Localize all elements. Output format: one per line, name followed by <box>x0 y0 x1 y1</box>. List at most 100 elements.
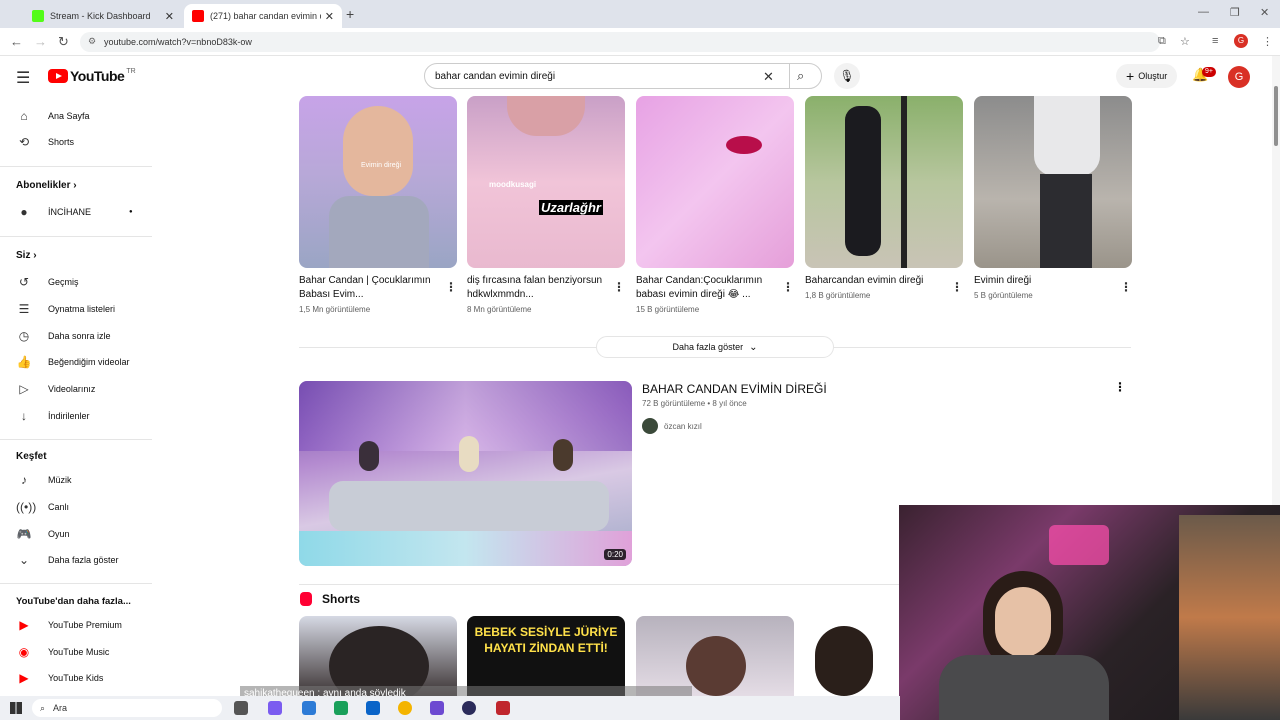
sidebar-item-playlists[interactable]: ☰ Oynatma listeleri <box>16 298 152 320</box>
sidebar-item-shorts[interactable]: ⟲ Shorts <box>16 131 152 153</box>
video-channel[interactable]: özcan kızıl <box>642 418 702 434</box>
restore-icon[interactable]: ❐ <box>1230 6 1240 19</box>
more-options-icon[interactable]: ⋮ <box>1114 380 1126 394</box>
taskbar-search[interactable]: ⌕ Ara <box>32 699 222 717</box>
sidebar-item-watch-later[interactable]: ◷ Daha sonra izle <box>16 325 152 347</box>
discord-icon[interactable] <box>430 701 444 715</box>
sidebar-item-youtube-kids[interactable]: ▶ YouTube Kids <box>16 667 152 689</box>
browser-tab-bar: Stream - Kick Dashboard ✕ (271) bahar ca… <box>0 0 1280 28</box>
game-icon: 🎮 <box>16 527 32 541</box>
short-views: 8 Mn görüntüleme <box>467 305 532 314</box>
more-options-icon[interactable]: ⋮ <box>445 280 457 294</box>
sidebar-item-music[interactable]: ♪ Müzik <box>16 469 152 491</box>
close-tab-icon[interactable]: ✕ <box>165 10 174 23</box>
playlist-icon: ☰ <box>18 302 30 316</box>
tab-youtube[interactable]: (271) bahar candan evimin direğ ✕ <box>184 4 342 28</box>
sidebar-item-incihane[interactable]: ● İNCİHANE ● <box>16 201 152 223</box>
file-explorer-icon[interactable] <box>302 701 316 715</box>
short-title[interactable]: Evimin direği <box>974 274 1110 288</box>
shorts-section-card[interactable] <box>299 616 457 696</box>
show-more-button[interactable]: Daha fazla göster ⌄ <box>596 336 834 358</box>
more-options-icon[interactable]: ⋮ <box>1120 280 1132 294</box>
sidebar-item-gaming[interactable]: 🎮 Oyun <box>16 523 152 545</box>
close-tab-icon[interactable]: ✕ <box>325 10 334 23</box>
search-icon[interactable]: ⌕ <box>797 68 804 84</box>
task-view-icon[interactable] <box>234 701 248 715</box>
short-thumbnail[interactable]: moodkusagi Uzarlağhr <box>467 96 625 268</box>
browser-menu-icon[interactable]: ⋮ <box>1262 35 1273 48</box>
create-button[interactable]: + Oluştur <box>1116 64 1178 88</box>
outlook-icon[interactable] <box>366 701 380 715</box>
you-heading[interactable]: Siz › <box>16 250 37 261</box>
install-icon[interactable]: ⧉ <box>1158 35 1166 48</box>
site-info-icon[interactable]: ⚙ <box>88 36 96 47</box>
sidebar-item-youtube-music[interactable]: ◉ YouTube Music <box>16 641 152 663</box>
short-thumbnail[interactable]: Evimin direği <box>299 96 457 268</box>
address-bar[interactable]: ⚙ youtube.com/watch?v=nbnoD83k-ow <box>80 32 1160 52</box>
short-thumbnail[interactable] <box>636 96 794 268</box>
sidebar-item-show-more[interactable]: ⌄ Daha fazla göster <box>16 549 152 571</box>
sidebar-item-history[interactable]: ↺ Geçmiş <box>16 271 152 293</box>
logo-word: YouTube <box>70 68 125 84</box>
short-card[interactable]: Evimin direği Bahar Candan | Çocuklarımı… <box>299 96 457 314</box>
scrollbar-thumb[interactable] <box>1274 86 1278 146</box>
short-thumbnail[interactable] <box>805 96 963 268</box>
shorts-section-card[interactable] <box>636 616 794 696</box>
forward-icon[interactable]: → <box>34 34 47 49</box>
search-box[interactable]: bahar candan evimin direği ✕ ⌕ <box>424 63 822 89</box>
short-card[interactable]: Baharcandan evimin direği 1,8 B görüntül… <box>805 96 963 300</box>
video-thumbnail[interactable]: 0:20 <box>299 381 632 566</box>
new-tab-button[interactable]: + <box>346 6 354 22</box>
short-card[interactable]: moodkusagi Uzarlağhr diş fırcasına falan… <box>467 96 625 314</box>
channel-name[interactable]: özcan kızıl <box>664 422 702 431</box>
short-title[interactable]: diş fırcasına falan benziyorsun hdkwlxmm… <box>467 274 603 302</box>
tab-kick-dashboard[interactable]: Stream - Kick Dashboard ✕ <box>24 4 182 28</box>
subscriptions-heading[interactable]: Abonelikler › <box>16 180 77 191</box>
back-icon[interactable]: ← <box>10 34 23 49</box>
reload-icon[interactable]: ↻ <box>58 34 69 50</box>
bookmark-star-icon[interactable]: ☆ <box>1180 35 1190 48</box>
copilot-icon[interactable] <box>268 701 282 715</box>
obs-icon[interactable] <box>462 701 476 715</box>
app-icon[interactable] <box>496 701 510 715</box>
youtube-logo[interactable]: YouTube TR <box>48 68 136 84</box>
video-title[interactable]: BAHAR CANDAN EVİMİN DİREĞİ <box>642 382 827 396</box>
microphone-icon[interactable]: 🎙 <box>834 63 860 89</box>
shorts-section-card[interactable] <box>805 616 899 696</box>
youtube-icon <box>192 10 204 22</box>
youtube-premium-icon: ▶ <box>19 618 29 632</box>
sidebar-item-downloads[interactable]: ↓ İndirilenler <box>16 405 152 427</box>
sidebar-item-label: Beğendiğim videolar <box>48 357 130 367</box>
sidebar-item-label: Videolarınız <box>48 384 96 394</box>
youtube-music-icon: ◉ <box>18 645 30 659</box>
extensions-icon[interactable]: ≡ <box>1212 35 1218 47</box>
close-window-icon[interactable]: ✕ <box>1260 6 1269 19</box>
menu-icon[interactable]: ☰ <box>16 68 30 88</box>
clear-search-icon[interactable]: ✕ <box>763 69 774 85</box>
short-title[interactable]: Bahar Candan | Çocuklarımın Babası Evim.… <box>299 274 435 302</box>
short-card[interactable]: Evimin direği 5 B görüntüleme ⋮ <box>974 96 1132 300</box>
short-title[interactable]: Baharcandan evimin direği <box>805 274 941 288</box>
short-thumbnail[interactable] <box>974 96 1132 268</box>
more-options-icon[interactable]: ⋮ <box>613 280 625 294</box>
store-icon[interactable] <box>334 701 348 715</box>
kick-icon <box>32 10 44 22</box>
short-card[interactable]: Bahar Candan:Çocuklarımın babası evimin … <box>636 96 794 314</box>
user-avatar[interactable]: G <box>1228 66 1250 88</box>
minimize-icon[interactable]: — <box>1198 6 1209 18</box>
channel-avatar[interactable] <box>642 418 658 434</box>
windows-start-icon[interactable] <box>10 702 22 714</box>
more-options-icon[interactable]: ⋮ <box>951 280 963 294</box>
sidebar-item-label: Daha sonra izle <box>48 331 111 341</box>
more-options-icon[interactable]: ⋮ <box>782 280 794 294</box>
browser-profile-avatar[interactable]: G <box>1234 34 1248 48</box>
search-input[interactable]: bahar candan evimin direği <box>435 71 555 82</box>
sidebar-item-your-videos[interactable]: ▷ Videolarınız <box>16 378 152 400</box>
sidebar-item-liked-videos[interactable]: 👍 Beğendiğim videolar <box>16 351 152 373</box>
chrome-icon[interactable] <box>398 701 412 715</box>
sidebar-item-home[interactable]: ⌂ Ana Sayfa <box>16 105 152 127</box>
sidebar-item-youtube-premium[interactable]: ▶ YouTube Premium <box>16 614 152 636</box>
sidebar-item-live[interactable]: ((•)) Canlı <box>16 496 152 518</box>
short-title[interactable]: Bahar Candan:Çocuklarımın babası evimin … <box>636 274 772 302</box>
shorts-section-card[interactable]: BEBEK SESİYLE JÜRİYE HAYATI ZİNDAN ETTİ! <box>467 616 625 696</box>
